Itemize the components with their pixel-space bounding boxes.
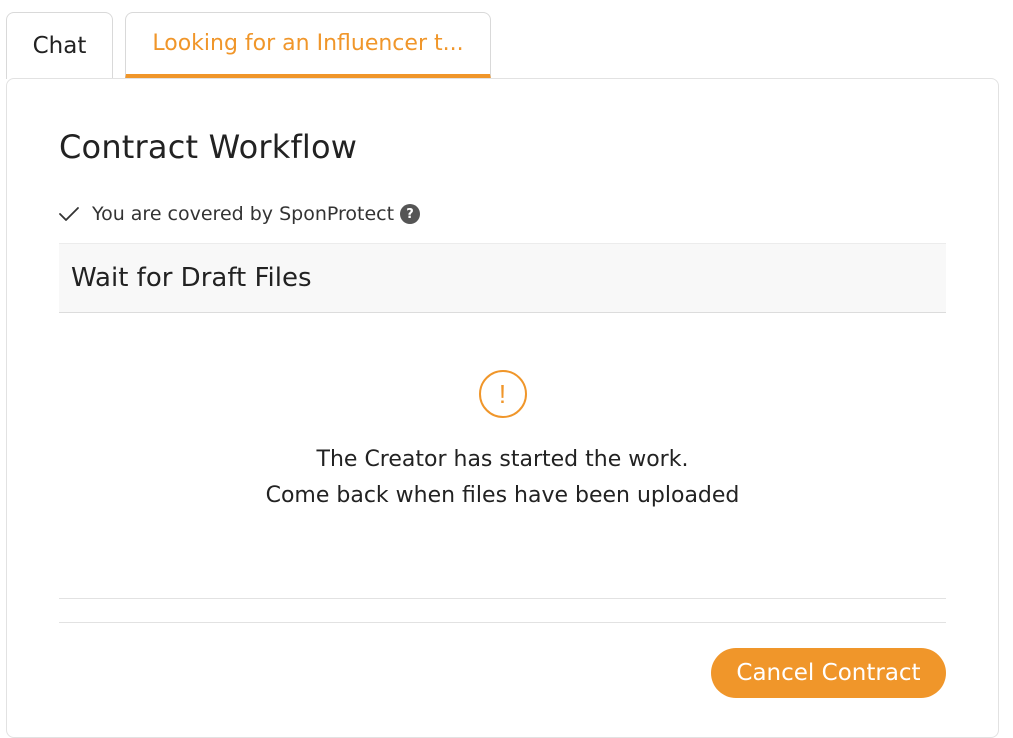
tab-chat[interactable]: Chat	[6, 12, 113, 79]
status-notice: ! The Creator has started the work. Come…	[59, 370, 946, 514]
step-title: Wait for Draft Files	[59, 243, 946, 313]
coverage-text: You are covered by SponProtect	[92, 203, 395, 225]
divider	[59, 622, 946, 623]
tab-influencer-campaign-label: Looking for an Influencer t...	[152, 31, 464, 56]
tab-bar: Chat Looking for an Influencer t...	[0, 0, 1013, 80]
tab-chat-label: Chat	[32, 33, 87, 59]
notice-line-1: The Creator has started the work.	[316, 447, 689, 472]
coverage-status: You are covered by SponProtect ?	[58, 200, 421, 228]
tab-influencer-campaign[interactable]: Looking for an Influencer t...	[125, 12, 491, 79]
cancel-contract-button[interactable]: Cancel Contract	[711, 648, 946, 698]
check-icon	[58, 203, 80, 225]
page-title: Contract Workflow	[59, 128, 358, 166]
divider	[59, 598, 946, 599]
notice-line-2: Come back when files have been uploaded	[265, 483, 740, 508]
exclamation-circle-icon: !	[478, 370, 527, 418]
question-circle-icon[interactable]: ?	[400, 204, 421, 224]
